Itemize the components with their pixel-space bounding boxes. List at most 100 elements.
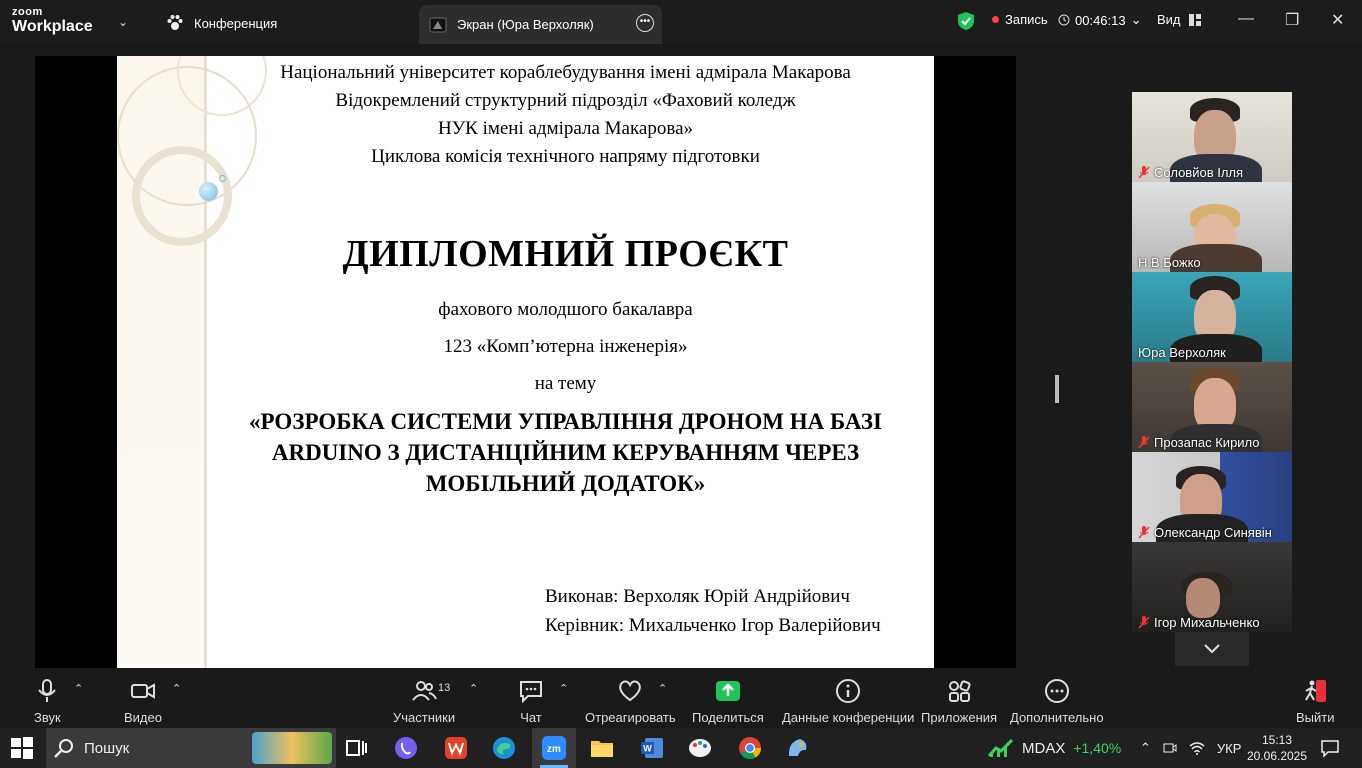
participant-tile[interactable]: Олександр Синявін [1132,452,1292,542]
meeting-info-button[interactable]: Данные конференции [782,678,914,725]
record-dot-icon [992,16,999,23]
meeting-timer[interactable]: 00:46:13 ⌄ [1058,12,1142,28]
record-indicator[interactable]: Запись [992,12,1048,27]
chevron-down-icon: ⌄ [1130,12,1142,27]
view-button[interactable]: Вид [1157,12,1201,27]
apps-button[interactable]: Приложения [921,678,997,725]
stock-name: MDAX [1022,739,1066,757]
timer-value: 00:46:13 [1075,12,1126,28]
paint-3d-icon[interactable] [786,736,810,760]
apps-icon [949,680,971,702]
edge-icon[interactable] [492,736,516,760]
video-figure [1186,578,1220,618]
chevron-up-icon[interactable]: ⌃ [172,682,181,695]
view-label: Вид [1157,12,1181,27]
decoration-bubble [219,175,226,182]
tab-conference-label: Конференция [194,15,278,31]
mic-muted-icon [1138,436,1150,449]
participant-name-label: Соловйов Ілля [1138,165,1243,180]
gallery-scroll-down-button[interactable] [1175,632,1249,666]
chevron-down-icon[interactable]: ⌄ [118,15,128,29]
slide-title: ДИПЛОМНИЙ ПРОЄКТ [342,233,789,275]
specialty-line: 123 «Комп’ютерна інженерія» [443,336,688,357]
mic-muted-icon [1138,526,1150,539]
tab-conference[interactable]: Конференция [166,10,277,36]
college-name-line2: НУК імені адмірала Макарова» [437,118,694,139]
participants-count: 13 [438,682,451,694]
audio-button[interactable]: Звук [34,678,61,725]
wifi-icon[interactable] [1189,741,1205,755]
close-icon[interactable]: ✕ [1331,10,1344,30]
word-icon[interactable]: W [640,736,664,760]
taskbar-search[interactable]: Пошук [46,728,336,768]
share-label: Поделиться [692,710,764,725]
topic-line1: «РОЗРОБКА СИСТЕМИ УПРАВЛІННЯ ДРОНОМ НА Б… [249,409,882,434]
participant-tile[interactable]: Прозапас Кирило [1132,362,1292,452]
restore-icon[interactable]: ❐ [1285,10,1299,30]
university-name: Національний університет кораблебудуванн… [280,62,851,83]
camera-tray-icon[interactable] [1163,741,1177,755]
logo-bottom: Workplace [12,18,93,35]
chrome-icon[interactable] [738,736,762,760]
participants-icon [412,681,437,701]
participants-label: Участники [393,710,456,725]
more-options-icon[interactable]: ••• [636,14,654,32]
svg-text:zm: zm [547,744,561,755]
record-label: Запись [1005,12,1048,27]
language-indicator[interactable]: УКР [1217,741,1242,756]
chevron-up-icon[interactable]: ⌃ [74,682,83,695]
college-name-line1: Відокремлений структурний підрозділ «Фах… [335,90,796,111]
notifications-icon[interactable] [1320,738,1340,758]
leave-button[interactable]: Выйти [1296,678,1335,725]
minimize-icon[interactable]: — [1238,10,1254,28]
participant-tile[interactable]: Ігор Михальченко [1132,542,1292,632]
topic-line2: ARDUINO З ДИСТАНЦІЙНИМ КЕРУВАННЯМ ЧЕРЕЗ [271,440,860,465]
participant-name-label: Юра Верхоляк [1138,345,1226,360]
meeting-toolbar: Звук ⌃ Видео ⌃ Участники 13 ⌃ Чат ⌃ Отре… [0,670,1362,728]
task-view-icon[interactable] [344,736,368,760]
info-icon [836,679,861,703]
chevron-up-icon[interactable]: ⌃ [1140,740,1151,756]
apps-label: Приложения [921,710,998,725]
share-screen-icon [715,681,740,701]
more-icon [1044,679,1069,703]
zoom-logo[interactable]: zoom Workplace [12,6,93,36]
presentation-slide: Національний університет кораблебудуванн… [117,56,934,668]
taskbar-active-app[interactable]: zm [532,728,576,768]
video-camera-icon [130,683,155,699]
participant-tile[interactable]: Соловйов Ілля [1132,92,1292,182]
participant-name-label: Н.В.Божко [1138,255,1201,270]
participant-name-label: Прозапас Кирило [1138,435,1260,450]
chat-button[interactable]: Чат [518,678,544,725]
video-label: Видео [124,710,162,725]
chevron-up-icon[interactable]: ⌃ [658,682,667,695]
file-explorer-icon[interactable] [590,736,614,760]
commission-name: Циклова комісія технічного напряму підго… [371,146,760,167]
clock[interactable]: 15:13 20.06.2025 [1246,728,1308,768]
clock-date: 20.06.2025 [1246,749,1308,763]
wps-office-icon[interactable] [444,736,468,760]
stock-widget[interactable]: MDAX +1,40% [988,728,1121,768]
chevron-up-icon[interactable]: ⌃ [469,682,478,695]
viber-icon[interactable] [394,736,418,760]
participant-name: Прозапас Кирило [1154,435,1260,450]
stock-change: +1,40% [1073,740,1122,756]
participant-tile-active-speaker[interactable]: Юра Верхоляк [1132,272,1292,362]
windows-start-icon[interactable] [10,736,34,760]
shield-icon[interactable] [957,11,975,31]
participant-name: Соловйов Ілля [1154,165,1244,180]
mic-muted-icon [1138,166,1150,179]
participant-name: Ігор Михальченко [1154,615,1260,630]
tab-screen-share[interactable]: Экран (Юра Верхоляк) ••• [419,5,662,44]
paint-icon[interactable] [688,736,712,760]
panel-splitter[interactable] [1055,375,1059,403]
participant-tile[interactable]: Н.В.Божко [1132,182,1292,272]
video-button[interactable]: Видео [124,678,162,725]
logo-top: zoom [12,6,43,18]
share-screen-button[interactable]: Поделиться [692,678,764,725]
more-label: Дополнительно [1010,710,1104,725]
search-highlight-image [252,732,332,764]
chevron-up-icon[interactable]: ⌃ [559,682,568,695]
more-button[interactable]: Дополнительно [1010,678,1104,725]
participant-name: Юра Верхоляк [1138,345,1226,360]
